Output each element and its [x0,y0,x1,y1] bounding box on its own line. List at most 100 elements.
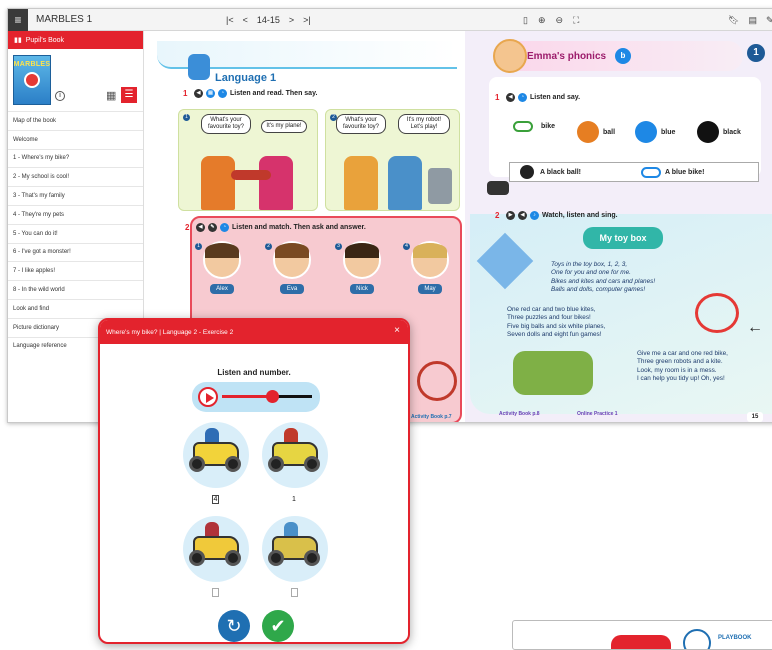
lyric-line: One red car and two blue kites, [507,306,596,313]
lyric-line: Look, my room is in a mess. [637,366,717,374]
pencil-icon: ✎ [208,223,217,232]
word-blue[interactable]: blue [635,121,675,143]
instruction-text: Listen and read. Then say. [230,90,318,97]
wheel [189,456,205,472]
zoom-out-icon[interactable]: ⊖ [556,15,564,26]
exercise-1-instruction: 1 ◀ ▤ ◔ Listen and read. Then say. [183,89,317,98]
audio-icon[interactable]: ◀ [194,89,203,98]
read-icon: ▤ [206,89,215,98]
toc-item-unit-4[interactable]: 4 - They're my pets [8,204,143,224]
bike-icon [513,121,533,132]
next-page-button[interactable]: > [289,15,294,25]
exercise-number: 2 [185,223,190,232]
instruction-text: Listen and match. Then ask and answer. [232,224,366,231]
toc-item-welcome[interactable]: Welcome [8,129,143,149]
truck-picture-2 [262,422,328,488]
grid-view-icon[interactable]: ▦ [106,89,116,102]
page-title: Language 1 [215,72,277,84]
exercise-2-instruction: 2 ◀ ✎ ◔ Listen and match. Then ask and a… [185,223,366,232]
story-panel-1: 1 What's your favourite toy? It's my pla… [178,109,318,211]
answer-box-4[interactable] [291,588,298,597]
bookmark-icon[interactable]: 🔖︎ [728,15,739,26]
answer-box-1[interactable]: 4 [212,495,219,504]
kid-photo-nick [343,241,381,279]
toc-item-map[interactable]: Map of the book [8,111,143,130]
name-tag: Alex [210,284,234,294]
prev-page-button[interactable]: < [243,15,248,25]
toc-item-unit-2[interactable]: 2 - My school is cool! [8,167,143,186]
blue-bike-icon [640,166,661,178]
close-icon[interactable]: × [394,325,400,336]
sidebar-header-label: Pupil's Book [25,36,65,44]
first-page-button[interactable]: |< [226,15,234,25]
audio-player [192,382,320,412]
name-tag: Nick [350,284,374,294]
answer-box-3[interactable] [212,588,219,597]
black-splash-icon [697,121,719,143]
zoom-in-icon[interactable]: ⊕ [538,15,546,26]
speak-icon: ◔ [220,223,229,232]
wheel [268,550,284,566]
unit-number-badge: 1 [747,44,765,62]
toc-item-unit-5[interactable]: 5 - You can do it! [8,223,143,243]
retry-button[interactable]: ↻ [218,610,250,642]
toc-item-look-and-find[interactable]: Look and find [8,298,143,318]
word-black[interactable]: black [697,121,741,143]
toc-item-unit-1[interactable]: 1 - Where's my bike? [8,148,143,168]
audio-progress-track[interactable] [222,390,312,403]
last-page-button[interactable]: >| [303,15,311,25]
kid-photo-eva [273,241,311,279]
toc-item-unit-3[interactable]: 3 - That's my family [8,186,143,205]
toc-item-unit-6[interactable]: 6 - I've got a monster! [8,242,143,262]
cover-title: MARBLES [13,61,51,68]
phonics-sentences: A black ball! A blue bike! [509,162,759,182]
speech-bubble: It's my robot! Let's play! [398,114,450,134]
audio-progress-handle[interactable] [265,390,279,403]
circle-icon [683,629,711,649]
emma-avatar [493,39,527,73]
wheel [225,550,241,566]
arrow-pointer-icon: ← [747,319,763,336]
truck-picture-4 [262,516,328,582]
red-bike-illustration [695,293,739,333]
pen-icon[interactable]: ✎ [766,15,772,26]
kid-number: 1 [195,243,202,250]
toc-item-unit-8[interactable]: 8 - In the wild world [8,280,143,299]
view-tools: ▯ ⊕ ⊖ ⛶ [523,9,579,31]
word-ball[interactable]: ball [577,121,615,143]
kid-number: 2 [265,243,272,250]
exercise-modal: Where's my bike? | Language 2 - Exercise… [98,318,410,644]
audio-icon[interactable]: ◀ [518,211,527,220]
exercise-number: 1 [183,89,188,98]
book-cover[interactable]: MARBLES [13,55,51,105]
page-indicator[interactable]: 14-15 [257,15,280,25]
list-view-icon[interactable]: ☰ [121,87,137,103]
audio-icon[interactable]: ◀ [196,223,205,232]
toc-item-unit-7[interactable]: 7 - I like apples! [8,261,143,280]
fullscreen-icon[interactable]: ⛶ [573,15,579,26]
check-button[interactable]: ✔ [262,610,294,642]
speech-bubble: What's your favourite toy? [336,114,386,134]
sidebar-header[interactable]: ▮▮ Pupil's Book [8,31,143,49]
audio-icon[interactable]: ◀ [506,93,515,102]
truck-picture-3 [183,516,249,582]
wheel [225,456,241,472]
hamburger-menu-icon[interactable]: ≡ [8,9,28,31]
video-play-icon[interactable]: ▶ [506,211,515,220]
lyric-line: I can help you tidy up! Oh, yes! [637,375,725,383]
lyric-line: Toys in the toy box, 1, 2, 3, [551,261,628,268]
answer-box-2[interactable]: 1 [292,496,296,503]
notes-icon[interactable]: ▤ [748,15,757,26]
sing-icon: ♪ [530,211,539,220]
speak-icon: ◔ [218,89,227,98]
wheel [304,550,320,566]
truck-picture-1 [183,422,249,488]
lyric-line: Give me a car and one red bike, [637,350,728,357]
info-icon[interactable]: i [55,91,65,101]
play-button[interactable] [198,387,218,407]
single-page-icon[interactable]: ▯ [523,15,528,26]
modal-instruction: Listen and number. [217,368,291,377]
lyric-line: Five big balls and six white planes, [507,322,606,330]
girl-illustration [259,156,293,210]
word-bike[interactable]: bike [509,121,555,132]
